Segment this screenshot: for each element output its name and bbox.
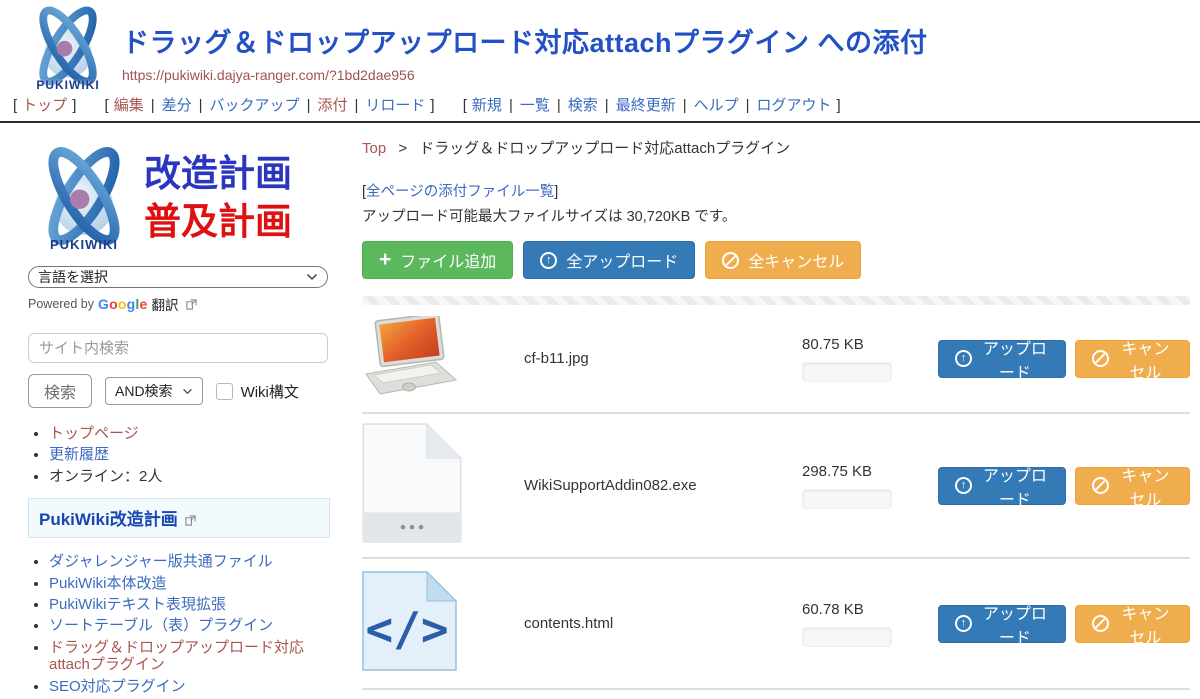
page-url-link[interactable]: https://pukiwiki.dajya-ranger.com/?1bd2d… — [122, 67, 415, 83]
nav-item-reload[interactable]: リロード — [365, 97, 425, 114]
upload-all-button[interactable]: 全アップロード — [523, 241, 695, 279]
breadcrumb: Top > ドラッグ＆ドロップアップロード対応attachプラグイン — [362, 137, 1190, 158]
external-link-icon — [185, 515, 196, 526]
plus-icon — [379, 249, 391, 271]
wiki-syntax-checkbox[interactable] — [216, 383, 233, 400]
search-controls: 検索 AND検索 Wiki構文 — [28, 374, 330, 408]
cancel-file-button[interactable]: キャンセル — [1075, 605, 1190, 643]
cancel-file-button[interactable]: キャンセル — [1075, 467, 1190, 505]
chevron-down-icon — [306, 273, 318, 281]
max-upload-size-text: アップロード可能最大ファイルサイズは 30,720KB です。 — [362, 205, 1190, 226]
cancel-file-button[interactable]: キャンセル — [1075, 340, 1190, 378]
search-mode-select[interactable]: AND検索 — [105, 377, 203, 405]
nav-item-search[interactable]: 検索 — [568, 97, 598, 114]
header: PUKIWIKI ドラッグ＆ドロップアップロード対応attachプラグイン への… — [0, 0, 1200, 123]
html-code-file-icon: </> — [362, 571, 474, 676]
file-name: contents.html — [474, 615, 802, 632]
site-search-input[interactable] — [28, 333, 328, 363]
banner-slogan: 改造計画 普及計画 — [144, 150, 292, 246]
atom-logo-icon — [24, 5, 112, 87]
nav-item-help[interactable]: ヘルプ — [694, 97, 739, 114]
top-nav: [トップ] [編集|差分|バックアップ|添付|リロード] [新規|一覧|検索|最… — [8, 94, 1200, 115]
cancel-all-button[interactable]: 全キャンセル — [705, 241, 861, 279]
nav-item-edit[interactable]: 編集 — [114, 97, 144, 114]
sidebar-item-common-files[interactable]: ダジャレンジャー版共通ファイル — [49, 553, 330, 570]
ban-icon — [1092, 350, 1109, 367]
file-row: </> contents.html 60.78 KB アップロード キャンセル — [362, 559, 1190, 690]
sidebar-item-dnd-attach[interactable]: ドラッグ＆ドロップアップロード対応attachプラグイン — [49, 639, 330, 674]
global-progress-strip — [362, 296, 1190, 305]
translate-credit: Powered by Google 翻訳 — [28, 294, 330, 314]
upload-circle-icon — [955, 615, 972, 632]
nav-group-edit: [編集|差分|バックアップ|添付|リロード] — [100, 97, 440, 114]
ban-icon — [722, 252, 739, 269]
external-link-icon — [186, 299, 197, 310]
sidebar-item-toppage[interactable]: トップページ — [49, 425, 330, 442]
nav-item-backup[interactable]: バックアップ — [210, 97, 300, 114]
upload-file-button[interactable]: アップロード — [938, 467, 1066, 505]
file-size: 298.75 KB — [802, 463, 924, 480]
nav-item-logout[interactable]: ログアウト — [757, 97, 832, 114]
language-select[interactable]: 言語を選択 — [28, 266, 328, 288]
translate-link[interactable]: 翻訳 — [152, 294, 179, 314]
nav-item-top[interactable]: トップ — [22, 97, 67, 114]
upload-toolbar: ファイル追加 全アップロード 全キャンセル — [362, 241, 1190, 279]
google-logo: Google — [98, 296, 147, 312]
atom-logo-icon — [30, 144, 138, 248]
laptop-photo-thumbnail — [362, 316, 474, 401]
file-row: cf-b11.jpg 80.75 KB アップロード キャンセル — [362, 305, 1190, 414]
file-size: 60.78 KB — [802, 601, 924, 618]
file-name: cf-b11.jpg — [474, 350, 802, 367]
upload-progress-bar — [802, 489, 892, 509]
ban-icon — [1092, 477, 1109, 494]
attach-list-link-row: [全ページの添付ファイル一覧] — [362, 180, 1190, 201]
add-files-button[interactable]: ファイル追加 — [362, 241, 513, 279]
upload-circle-icon — [540, 252, 557, 269]
sidebar-item-history[interactable]: 更新履歴 — [49, 446, 330, 463]
svg-text:</>: </> — [365, 602, 448, 656]
upload-file-button[interactable]: アップロード — [938, 605, 1066, 643]
upload-circle-icon — [955, 477, 972, 494]
chevron-down-icon — [182, 388, 193, 395]
nav-item-new[interactable]: 新規 — [472, 97, 502, 114]
upload-progress-bar — [802, 362, 892, 382]
file-row: WikiSupportAddin082.exe 298.75 KB アップロード… — [362, 414, 1190, 559]
upload-file-button[interactable]: アップロード — [938, 340, 1066, 378]
sidebar-section-heading[interactable]: PukiWiki改造計画 — [28, 498, 330, 538]
generic-file-icon — [362, 423, 474, 548]
nav-item-list[interactable]: 一覧 — [520, 97, 550, 114]
sidebar-item-online: オンライン：2人 — [49, 468, 330, 485]
search-button[interactable]: 検索 — [28, 374, 92, 408]
breadcrumb-current: ドラッグ＆ドロップアップロード対応attachプラグイン — [419, 140, 790, 157]
sidebar-quick-links: トップページ 更新履歴 オンライン：2人 — [49, 425, 330, 485]
sidebar: PUKIWIKI 改造計画 普及計画 言語を選択 Powered by Goog… — [0, 123, 340, 699]
nav-group-site: [新規|一覧|検索|最終更新|ヘルプ|ログアウト] — [458, 97, 846, 114]
sidebar-item-core-mod[interactable]: PukiWiki本体改造 — [49, 575, 330, 592]
breadcrumb-home[interactable]: Top — [362, 140, 386, 157]
site-logo[interactable]: PUKIWIKI — [22, 5, 114, 92]
file-size: 80.75 KB — [802, 336, 924, 353]
nav-item-recent[interactable]: 最終更新 — [616, 97, 676, 114]
sidebar-banner-link[interactable]: PUKIWIKI 改造計画 普及計画 — [28, 144, 330, 252]
all-attachments-link[interactable]: 全ページの添付ファイル一覧 — [366, 184, 554, 200]
sidebar-item-text-ext[interactable]: PukiWikiテキスト表現拡張 — [49, 596, 330, 613]
ban-icon — [1092, 615, 1109, 632]
wiki-syntax-label: Wiki構文 — [241, 381, 299, 402]
nav-item-diff[interactable]: 差分 — [162, 97, 192, 114]
nav-group-page: [トップ] — [8, 97, 81, 114]
nav-item-attach[interactable]: 添付 — [317, 97, 347, 114]
sidebar-item-seo[interactable]: SEO対応プラグイン — [49, 678, 330, 695]
sidebar-plugin-links: ダジャレンジャー版共通ファイル PukiWiki本体改造 PukiWikiテキス… — [49, 553, 330, 695]
main-content: Top > ドラッグ＆ドロップアップロード対応attachプラグイン [全ページ… — [340, 123, 1200, 699]
sidebar-item-sort-table[interactable]: ソートテーブル（表）プラグイン — [49, 617, 330, 634]
upload-circle-icon — [955, 350, 972, 367]
page-title: ドラッグ＆ドロップアップロード対応attachプラグイン への添付 — [122, 21, 1200, 60]
file-name: WikiSupportAddin082.exe — [474, 477, 802, 494]
